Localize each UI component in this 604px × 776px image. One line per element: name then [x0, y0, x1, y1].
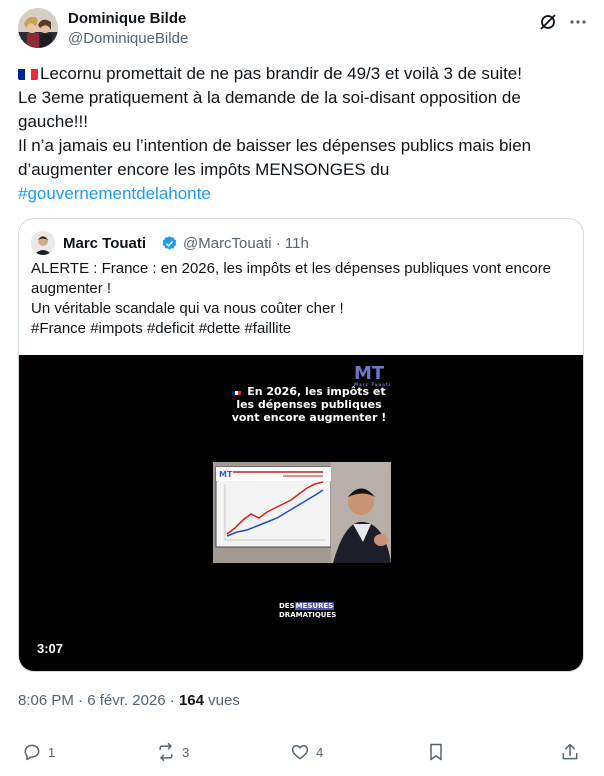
video-brand-line-1: DESMESURES	[279, 602, 335, 611]
action-bar: 1 3 4	[18, 740, 588, 764]
post-text-line-3: gauche!!!	[18, 112, 88, 131]
video-caption-text-1: En 2026, les impôts et	[247, 385, 386, 398]
post-time[interactable]: 8:06 PM	[18, 692, 74, 709]
video-brand-word-2: MESURES	[294, 602, 335, 610]
views-label: vues	[208, 692, 240, 709]
post-text-line-5: d’augmenter encore les impôts MENSONGES …	[18, 160, 390, 179]
meta-separator: ·	[73, 692, 88, 709]
quoted-author-name[interactable]: Marc Touati	[63, 235, 146, 252]
more-icon[interactable]	[568, 12, 588, 32]
quoted-text-line-1: ALERTE : France : en 2026, les impôts et…	[31, 260, 552, 277]
video-caption-line-3: vont encore augmenter !	[231, 411, 387, 424]
bookmark-button[interactable]	[426, 740, 452, 764]
quoted-author-handle[interactable]: @MarcTouati · 11h	[183, 235, 309, 252]
author-avatar[interactable]	[18, 8, 58, 48]
quoted-post-text: ALERTE : France : en 2026, les impôts et…	[31, 259, 571, 339]
video-caption-line-2: les dépenses publiques	[236, 398, 382, 411]
hashtag-link[interactable]: #gouvernementdelahonte	[18, 182, 588, 206]
reply-count: 1	[48, 744, 56, 760]
post-text-line: Lecornu promettait de ne pas brandir de …	[18, 62, 588, 86]
share-icon	[562, 743, 578, 760]
heart-icon	[291, 745, 309, 760]
video-frame: MT	[213, 462, 391, 563]
france-flag-icon	[232, 388, 242, 395]
meta-separator: ·	[165, 692, 179, 709]
video-brand-word-1: DES	[279, 602, 295, 610]
video-brand-text: DESMESURES DRAMATIQUES	[279, 602, 337, 620]
views-count: 164	[178, 692, 204, 709]
bookmark-icon	[430, 743, 442, 761]
video-brand-line-2: DRAMATIQUES	[279, 611, 337, 619]
repost-count: 3	[182, 744, 190, 760]
grok-icon[interactable]	[538, 12, 558, 32]
post-text: Lecornu promettait de ne pas brandir de …	[18, 62, 588, 206]
repost-icon	[159, 742, 173, 762]
post-text-line-1: Lecornu promettait de ne pas brandir de …	[40, 64, 522, 83]
author-handle[interactable]: @DominiqueBilde	[68, 30, 188, 47]
video-caption: En 2026, les impôts et les dépenses publ…	[229, 385, 389, 424]
svg-text:MT: MT	[219, 470, 233, 479]
post-text-line-4: Il n’a jamais eu l’intention de baisser …	[18, 136, 532, 155]
post-header: Dominique Bilde @DominiqueBilde	[18, 8, 588, 52]
quoted-post[interactable]: Marc Touati @MarcTouati · 11h ALERTE : F…	[18, 218, 584, 672]
author-name[interactable]: Dominique Bilde	[68, 10, 186, 27]
quoted-post-header: Marc Touati @MarcTouati · 11h	[31, 231, 571, 255]
reply-icon	[24, 744, 40, 761]
video-caption-line-1: En 2026, les impôts et	[229, 385, 389, 398]
post-meta: 8:06 PM · 6 févr. 2026 · 164 vues	[18, 692, 240, 709]
reply-button[interactable]: 1	[22, 740, 55, 764]
france-flag-icon	[18, 66, 38, 80]
like-button[interactable]: 4	[290, 740, 323, 764]
post-text-line-2: Le 3eme pratiquement à la demande de la …	[18, 88, 521, 107]
quoted-author-avatar[interactable]	[31, 231, 55, 255]
video-logo: MT Marc Touati	[354, 363, 391, 387]
quoted-text-hashtags[interactable]: #France #impots #deficit #dette #faillit…	[31, 319, 571, 339]
repost-button[interactable]: 3	[156, 740, 189, 764]
quoted-text-line-2: augmenter !	[31, 280, 112, 297]
quoted-text-line-3: Un véritable scandale qui va nous coûter…	[31, 300, 344, 317]
verified-badge-icon	[161, 235, 178, 252]
video-player[interactable]: MT Marc Touati En 2026, les impôts et les…	[19, 355, 583, 671]
like-count: 4	[316, 744, 324, 760]
post-date[interactable]: 6 févr. 2026	[87, 692, 165, 709]
video-logo-text: MT	[354, 363, 385, 384]
video-duration: 3:07	[37, 641, 64, 656]
share-button[interactable]	[560, 740, 586, 764]
